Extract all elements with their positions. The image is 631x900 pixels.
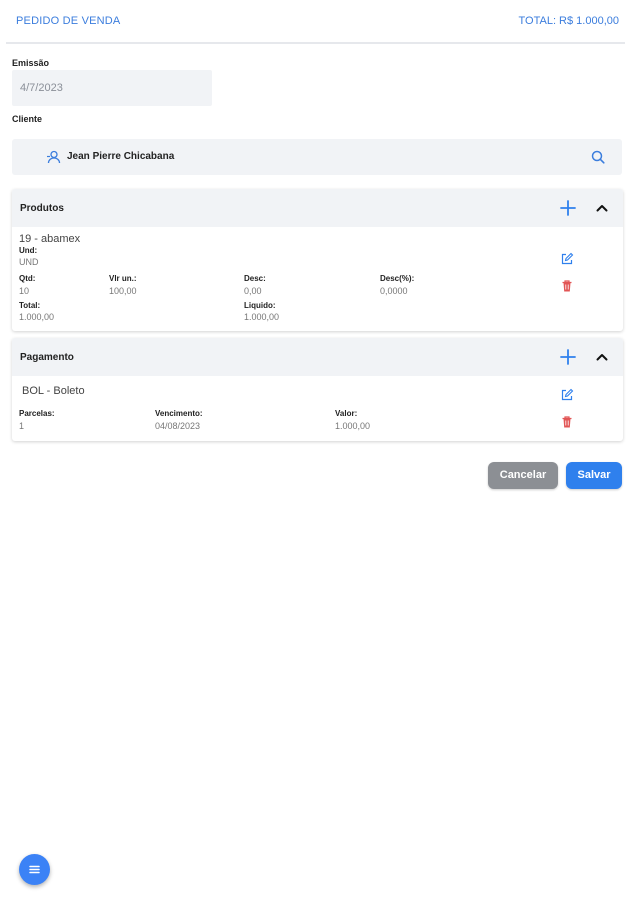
person-icon <box>47 150 61 164</box>
produtos-header[interactable]: Produtos <box>12 189 623 227</box>
add-payment-icon[interactable] <box>559 348 577 366</box>
payment-item-title: BOL - Boleto <box>22 385 85 397</box>
liquido-label: Liquido: <box>244 301 276 310</box>
qtd-value: 10 <box>19 286 30 296</box>
add-product-icon[interactable] <box>559 199 577 217</box>
parcelas-value: 1 <box>19 421 25 431</box>
valor-value: 1.000,00 <box>335 421 371 431</box>
qtd-label: Qtd: <box>19 274 36 283</box>
desc-percent-label: Desc(%): <box>380 274 415 283</box>
trash-icon[interactable] <box>560 415 574 429</box>
emissao-value: 4/7/2023 <box>20 82 63 94</box>
search-icon[interactable] <box>590 149 606 165</box>
pagamento-header[interactable]: Pagamento <box>12 338 623 376</box>
top-bar: PEDIDO DE VENDA TOTAL: R$ 1.000,00 <box>0 0 631 44</box>
chevron-up-icon[interactable] <box>595 350 609 364</box>
und-value: UND <box>19 257 39 267</box>
header-divider <box>6 42 625 44</box>
produtos-title: Produtos <box>20 203 64 214</box>
parcelas-label: Parcelas: <box>19 409 55 418</box>
pagamento-card: Pagamento BOL - Boleto Parcelas: 1 Venci… <box>12 338 623 441</box>
chevron-up-icon[interactable] <box>595 201 609 215</box>
desc-label: Desc: <box>244 274 266 283</box>
trash-icon[interactable] <box>560 279 574 293</box>
produtos-card: Produtos 19 - abamex Und: UND Qtd: 10 Vl… <box>12 189 623 331</box>
emissao-field[interactable]: 4/7/2023 <box>12 70 212 106</box>
menu-icon <box>29 865 40 874</box>
vencimento-label: Vencimento: <box>155 409 203 418</box>
page-title: PEDIDO DE VENDA <box>16 15 121 27</box>
vlr-value: 100,00 <box>109 286 137 296</box>
cliente-name: Jean Pierre Chicabana <box>67 151 175 162</box>
cliente-label: Cliente <box>12 114 43 124</box>
edit-icon[interactable] <box>560 252 574 266</box>
menu-fab-button[interactable] <box>19 854 50 885</box>
vlr-label: Vlr un.: <box>109 274 137 283</box>
edit-icon[interactable] <box>560 388 574 402</box>
pagamento-title: Pagamento <box>20 352 74 363</box>
cliente-field[interactable]: Jean Pierre Chicabana <box>12 139 622 175</box>
emissao-label: Emissão <box>12 58 50 68</box>
total-value: 1.000,00 <box>19 312 55 322</box>
total-label: Total: <box>19 301 41 310</box>
vencimento-value: 04/08/2023 <box>155 421 201 431</box>
save-button[interactable]: Salvar <box>566 462 622 489</box>
liquido-value: 1.000,00 <box>244 312 280 322</box>
order-total: TOTAL: R$ 1.000,00 <box>518 15 619 27</box>
product-item-title: 19 - abamex <box>19 233 81 245</box>
cancel-button[interactable]: Cancelar <box>488 462 558 489</box>
desc-value: 0,00 <box>244 286 262 296</box>
desc-percent-value: 0,0000 <box>380 286 408 296</box>
valor-label: Valor: <box>335 409 358 418</box>
und-label: Und: <box>19 246 38 255</box>
